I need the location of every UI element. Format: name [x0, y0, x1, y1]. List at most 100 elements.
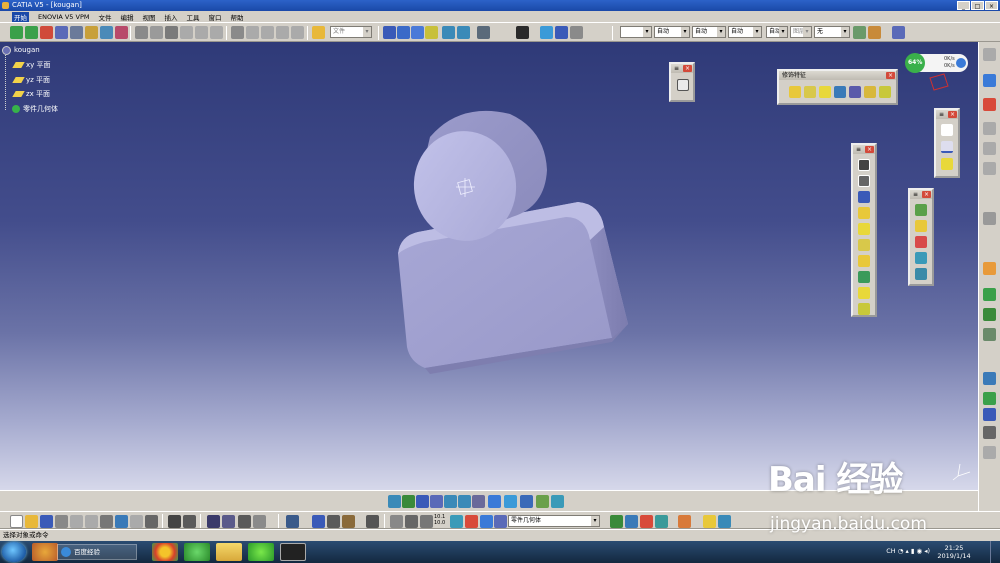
boolean-remove-icon[interactable]: [640, 515, 653, 528]
floating-toolbar-dress-up[interactable]: 修饰特征 ×: [777, 69, 898, 105]
show-desktop-button[interactable]: [990, 541, 998, 563]
sketch-analysis-icon[interactable]: [983, 162, 996, 175]
zoom-in-icon[interactable]: [444, 495, 457, 508]
pattern-icon[interactable]: [915, 268, 927, 280]
toolbar-close-icon[interactable]: ×: [948, 111, 957, 118]
hole-icon[interactable]: [858, 223, 870, 235]
knowledge-icon[interactable]: [180, 26, 193, 39]
constraint-icon[interactable]: [983, 212, 996, 225]
rotate-view-icon[interactable]: [405, 515, 418, 528]
open-file-icon[interactable]: [25, 515, 38, 528]
layer-combo[interactable]: 图层: [790, 26, 812, 38]
fly-mode-icon[interactable]: [388, 495, 401, 508]
remove-face-icon[interactable]: [879, 86, 891, 98]
save-icon[interactable]: [40, 515, 53, 528]
refresh-icon[interactable]: [286, 515, 299, 528]
measure-icon[interactable]: [983, 288, 996, 301]
whats-this-icon[interactable]: [516, 26, 529, 39]
toolbar-close-icon[interactable]: ×: [683, 65, 692, 72]
bottle-icon[interactable]: [342, 515, 355, 528]
taskbar-item-browser[interactable]: 百度经验: [57, 544, 137, 560]
law-icon[interactable]: [210, 26, 223, 39]
maximize-button[interactable]: □: [971, 1, 984, 10]
sketcher-icon[interactable]: [983, 74, 996, 87]
link-icon[interactable]: [390, 515, 403, 528]
tree-item-xy-plane[interactable]: xy 平面: [12, 60, 51, 70]
apply-material-icon[interactable]: [115, 26, 128, 39]
curve-icon[interactable]: [411, 26, 424, 39]
menu-file[interactable]: 文件: [98, 12, 111, 22]
loft-icon[interactable]: [858, 287, 870, 299]
chrome-icon[interactable]: [152, 543, 178, 561]
toolbar-handle[interactable]: ≡ ×: [853, 145, 875, 154]
isometric-icon[interactable]: [983, 142, 996, 155]
update-icon[interactable]: [291, 26, 304, 39]
pocket-icon[interactable]: [858, 175, 870, 187]
analysis-icon[interactable]: [85, 26, 98, 39]
undo-icon[interactable]: [115, 515, 128, 528]
rotate-icon[interactable]: [430, 495, 443, 508]
lock-icon[interactable]: [327, 515, 340, 528]
shell-icon[interactable]: [834, 86, 846, 98]
toolbar-handle[interactable]: ≡ ×: [671, 64, 693, 73]
toolbar-close-icon[interactable]: ×: [865, 146, 874, 153]
zoom-out-icon[interactable]: [458, 495, 471, 508]
stiffener-icon[interactable]: [858, 271, 870, 283]
grid-icon[interactable]: [983, 408, 996, 421]
formula-icon[interactable]: [168, 515, 181, 528]
slot-icon[interactable]: [858, 255, 870, 267]
swap-space-icon[interactable]: [551, 495, 564, 508]
floating-toolbar-reference-elements[interactable]: ≡ ×: [934, 108, 960, 178]
pan-icon[interactable]: [416, 495, 429, 508]
multi-view-icon[interactable]: [488, 495, 501, 508]
render-style-combo[interactable]: 自动: [766, 26, 788, 38]
settings-icon[interactable]: [477, 26, 490, 39]
toolbar-handle[interactable]: ≡ ×: [936, 110, 958, 119]
part-model[interactable]: [0, 42, 978, 490]
menu-window[interactable]: 窗口: [208, 12, 221, 22]
help-cursor-icon[interactable]: [570, 26, 583, 39]
menu-start[interactable]: 开始: [12, 11, 29, 22]
paint-icon[interactable]: [868, 26, 881, 39]
fit-all-icon[interactable]: [402, 495, 415, 508]
shading-mode-icon[interactable]: [520, 495, 533, 508]
toolbar-close-icon[interactable]: ×: [922, 191, 931, 198]
floating-toolbar-sketcher[interactable]: ≡ ×: [669, 62, 695, 102]
floating-toolbar-sketch-based[interactable]: ≡ ×: [851, 143, 877, 317]
graph-icon[interactable]: [222, 515, 235, 528]
normal-view-icon[interactable]: [472, 495, 485, 508]
file-combo[interactable]: 文件: [330, 26, 372, 38]
surface-icon[interactable]: [983, 328, 996, 341]
hide-show-icon[interactable]: [536, 495, 549, 508]
scan-icon[interactable]: [261, 26, 274, 39]
toolbar-handle[interactable]: 修饰特征 ×: [779, 71, 896, 80]
menu-edit[interactable]: 编辑: [120, 12, 133, 22]
copy-icon[interactable]: [85, 515, 98, 528]
toolbar-handle[interactable]: ≡ ×: [910, 190, 932, 199]
plane-icon[interactable]: [425, 26, 438, 39]
pad-icon[interactable]: [858, 159, 870, 171]
view-icon[interactable]: [983, 122, 996, 135]
zoom-fit-icon[interactable]: [983, 426, 996, 439]
boolean-icon[interactable]: [150, 26, 163, 39]
window-restore-icon[interactable]: [983, 48, 996, 61]
brush-icon[interactable]: [853, 26, 866, 39]
chamfer-icon[interactable]: [804, 86, 816, 98]
parameters-icon[interactable]: [238, 515, 251, 528]
catalog-icon[interactable]: [135, 26, 148, 39]
list-icon[interactable]: [253, 515, 266, 528]
floating-toolbar-transformation[interactable]: ≡ ×: [908, 188, 934, 286]
system-tray[interactable]: CH ◔ ▴ ▮ ◉ ◂): [886, 547, 930, 555]
filter-combo[interactable]: 无: [814, 26, 850, 38]
spline-icon[interactable]: [397, 26, 410, 39]
tree-item-zx-plane[interactable]: zx 平面: [12, 89, 50, 99]
point-icon[interactable]: [941, 124, 953, 136]
redo-icon[interactable]: [130, 515, 143, 528]
exit-workbench-icon[interactable]: [983, 98, 996, 111]
apply-material-icon[interactable]: [983, 372, 996, 385]
shading-icon[interactable]: [540, 26, 553, 39]
line-type-combo[interactable]: 自动: [654, 26, 690, 38]
simulation-icon[interactable]: [718, 515, 731, 528]
body-icon[interactable]: [494, 515, 507, 528]
clock[interactable]: 21:25 2019/1/14: [934, 544, 974, 560]
